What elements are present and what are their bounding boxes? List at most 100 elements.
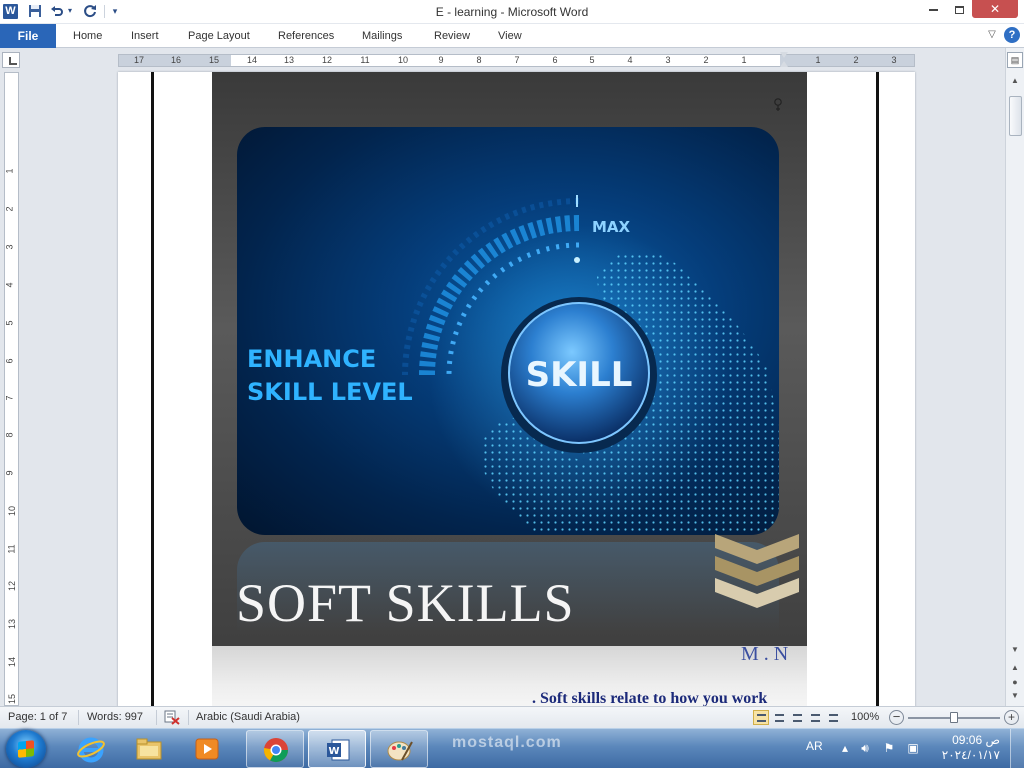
ruler-number: 5 — [589, 55, 595, 65]
ruler-number: 4 — [627, 55, 633, 65]
full-screen-reading-view-button[interactable] — [771, 710, 787, 725]
minimize-button[interactable] — [920, 0, 946, 18]
ruler-number: 8 — [476, 55, 482, 65]
close-button[interactable]: ✕ — [972, 0, 1018, 18]
input-language-indicator[interactable]: AR — [806, 739, 823, 753]
svg-text:W: W — [328, 746, 339, 757]
ruler-number: 9 — [438, 55, 444, 65]
ruler-number: 1 — [4, 168, 15, 174]
dial-label: SKILL — [526, 355, 633, 395]
ruler-number: 5 — [4, 320, 15, 326]
ruler-number: 2 — [703, 55, 709, 65]
ruler-number: 15 — [208, 55, 220, 65]
proofing-error-icon[interactable] — [164, 710, 180, 725]
ruler-number: 4 — [4, 282, 15, 288]
body-text-line[interactable]: . Soft skills relate to how you work — [532, 690, 767, 706]
zoom-level[interactable]: 100% — [851, 711, 879, 723]
cover-image[interactable]: SKILL MAX ENHANCE SKILL LEVEL — [237, 127, 779, 535]
zoom-in-button[interactable]: + — [1004, 710, 1019, 725]
expand-ribbon-icon[interactable]: ▽ — [985, 28, 999, 42]
browse-object-icon[interactable]: ● — [1009, 676, 1021, 688]
start-button[interactable] — [6, 730, 46, 768]
draft-view-button[interactable] — [825, 710, 841, 725]
zoom-slider-thumb[interactable] — [950, 712, 958, 723]
clock-date: ٢٠٢٤/٠١/١٧ — [941, 748, 1000, 762]
dial-indicator — [574, 257, 580, 263]
media-player-icon[interactable] — [178, 730, 236, 768]
tab-view[interactable]: View — [498, 24, 522, 48]
horizontal-ruler[interactable]: 17 16 15 14 13 12 11 10 9 8 7 6 5 4 3 2 … — [118, 52, 915, 68]
scroll-up-icon[interactable]: ▲ — [1009, 75, 1021, 87]
tab-insert[interactable]: Insert — [131, 24, 159, 48]
tab-selector[interactable] — [2, 52, 20, 68]
ruler-number: 2 — [4, 206, 15, 212]
tab-home[interactable]: Home — [73, 24, 102, 48]
tab-mailings[interactable]: Mailings — [362, 24, 402, 48]
word-count[interactable]: Words: 997 — [87, 711, 143, 723]
chevron-rank-logo — [715, 534, 799, 608]
ruler-number: 9 — [4, 470, 15, 476]
language-indicator[interactable]: Arabic (Saudi Arabia) — [196, 711, 300, 723]
print-layout-view-button[interactable] — [753, 710, 769, 725]
tab-file[interactable]: File — [0, 24, 56, 48]
ruler-number: 13 — [283, 55, 295, 65]
chrome-icon[interactable] — [246, 730, 304, 768]
next-page-icon[interactable]: ▼ — [1009, 690, 1021, 702]
cover-title[interactable]: SOFT SKILLS — [236, 572, 575, 634]
page-border-right — [876, 72, 879, 706]
ruler-number: 14 — [7, 656, 18, 668]
ruler-number: 15 — [7, 693, 18, 705]
vertical-ruler[interactable]: 1 2 3 4 5 6 7 8 9 10 11 12 13 14 15 — [4, 72, 19, 706]
ruler-number: 1 — [741, 55, 747, 65]
web-layout-view-button[interactable] — [789, 710, 805, 725]
help-icon[interactable]: ? — [1004, 27, 1020, 43]
page-count[interactable]: Page: 1 of 7 — [8, 711, 67, 723]
show-hidden-icons-icon[interactable]: ▴ — [838, 741, 852, 755]
ruler-number: 12 — [321, 55, 333, 65]
ruler-number: 11 — [6, 544, 17, 554]
network-icon[interactable]: ▣ — [906, 741, 920, 755]
tab-review[interactable]: Review — [434, 24, 470, 48]
ruler-number: 6 — [552, 55, 558, 65]
vertical-scrollbar[interactable]: ▤ ▲ ▼ ▲ ● ▼ — [1005, 48, 1024, 706]
word-icon[interactable]: W — [308, 730, 366, 768]
action-center-flag-icon[interactable]: ⚑ — [882, 741, 896, 755]
cover-panel: SKILL MAX ENHANCE SKILL LEVEL SOFT SKILL… — [212, 72, 807, 706]
ruler-number: 3 — [891, 55, 897, 65]
enhance-line-1: ENHANCE — [247, 345, 376, 373]
status-separator — [188, 710, 189, 725]
outline-view-button[interactable] — [807, 710, 823, 725]
ruler-number: 1 — [815, 55, 821, 65]
document-workspace: 17 16 15 14 13 12 11 10 9 8 7 6 5 4 3 2 … — [0, 48, 1005, 706]
view-ruler-icon[interactable]: ▤ — [1007, 52, 1023, 68]
scroll-down-icon[interactable]: ▼ — [1009, 644, 1021, 656]
previous-page-icon[interactable]: ▲ — [1009, 662, 1021, 674]
clock[interactable]: ص 09:06 ٢٠٢٤/٠١/١٧ — [930, 733, 1000, 763]
ruler-number: 6 — [4, 358, 15, 364]
max-label: MAX — [592, 218, 631, 236]
zoom-out-button[interactable]: − — [889, 710, 904, 725]
show-desktop-button[interactable] — [1010, 729, 1024, 768]
ruler-number: 3 — [665, 55, 671, 65]
status-bar: Page: 1 of 7 Words: 997 Arabic (Saudi Ar… — [0, 706, 1024, 728]
ruler-number: 10 — [397, 55, 409, 65]
window-title: E - learning - Microsoft Word — [435, 5, 589, 19]
enhance-line-2: SKILL LEVEL — [247, 378, 413, 406]
internet-explorer-icon[interactable] — [62, 730, 120, 768]
tab-references[interactable]: References — [278, 24, 334, 48]
paint-icon[interactable] — [370, 730, 428, 768]
document-page[interactable]: SKILL MAX ENHANCE SKILL LEVEL SOFT SKILL… — [118, 72, 915, 706]
ruler-number: 2 — [853, 55, 859, 65]
indent-marker[interactable] — [780, 52, 789, 68]
scroll-thumb[interactable] — [1009, 96, 1022, 136]
volume-icon[interactable]: 🔊︎ — [858, 741, 872, 755]
page-border-left — [151, 72, 154, 706]
tab-page-layout[interactable]: Page Layout — [188, 24, 250, 48]
file-explorer-icon[interactable] — [120, 730, 178, 768]
ruler-number: 11 — [360, 55, 370, 65]
restore-button[interactable] — [946, 0, 972, 18]
ruler-number: 14 — [246, 55, 258, 65]
author-name[interactable]: M . N — [741, 643, 788, 666]
title-bar: W ▾ ▾ E - learning - Microsoft Word ✕ — [0, 0, 1024, 24]
ruler-number: 3 — [4, 244, 15, 250]
